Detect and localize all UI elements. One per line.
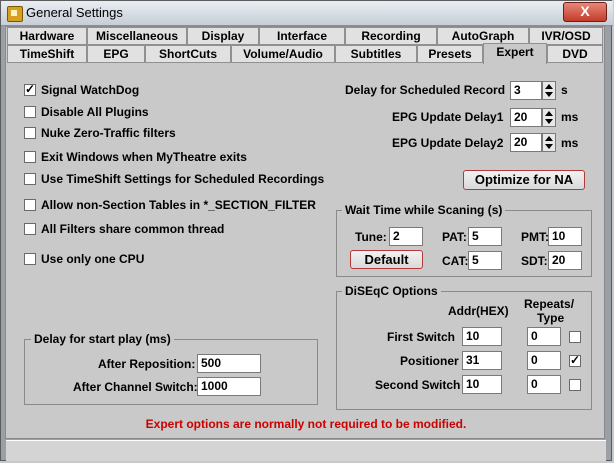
- second-switch-label: Second Switch: [375, 378, 461, 392]
- common-thread-label: All Filters share common thread: [41, 222, 225, 236]
- signal-watchdog-checkbox[interactable]: [24, 82, 36, 96]
- after-channel-switch-label: After Channel Switch:: [73, 380, 198, 394]
- tune-label: Tune:: [355, 230, 387, 244]
- tab-expert[interactable]: Expert: [483, 43, 547, 64]
- tab-hardware[interactable]: Hardware: [7, 27, 87, 45]
- positioner-repeats-input[interactable]: 0: [527, 351, 561, 370]
- positioner-type-checkbox[interactable]: [569, 353, 581, 367]
- epg-delay2-label: EPG Update Delay2: [392, 136, 504, 150]
- tab-epg[interactable]: EPG: [87, 45, 145, 63]
- addr-hex-header: Addr(HEX): [448, 304, 509, 318]
- epg-delay2-input[interactable]: 20: [510, 133, 542, 152]
- type-header: Type: [537, 311, 565, 325]
- first-switch-repeats-input[interactable]: 0: [527, 327, 561, 346]
- non-section-tables-checkbox[interactable]: [24, 199, 36, 211]
- tab-dvd[interactable]: DVD: [547, 45, 603, 63]
- exit-windows-checkbox[interactable]: [24, 151, 36, 163]
- spin-down-icon[interactable]: [545, 144, 553, 149]
- after-channel-switch-input[interactable]: 1000: [197, 377, 261, 396]
- disable-plugins-label: Disable All Plugins: [41, 105, 149, 119]
- close-button[interactable]: X: [563, 2, 607, 22]
- second-switch-repeats-input[interactable]: 0: [527, 375, 561, 394]
- spin-up-icon[interactable]: [545, 136, 553, 141]
- signal-watchdog-label: Signal WatchDog: [41, 83, 140, 97]
- epg-delay1-input[interactable]: 20: [510, 108, 542, 127]
- tab-shortcuts[interactable]: ShortCuts: [145, 45, 231, 63]
- sdt-input[interactable]: 20: [548, 251, 582, 270]
- repeats-header: Repeats/: [524, 297, 575, 311]
- tab-strip: Hardware Miscellaneous Display Interface…: [5, 26, 605, 66]
- spin-up-icon[interactable]: [545, 84, 553, 89]
- positioner-label: Positioner: [400, 354, 459, 368]
- cat-label: CAT:: [442, 254, 469, 268]
- epg-delay2-spinner[interactable]: [542, 133, 556, 152]
- tab-miscellaneous[interactable]: Miscellaneous: [87, 27, 187, 45]
- diseqc-title: DiSEqC Options: [342, 284, 441, 298]
- app-icon: [7, 6, 23, 22]
- scheduled-record-unit: s: [561, 83, 568, 97]
- positioner-addr-input[interactable]: 31: [462, 351, 502, 370]
- tab-display[interactable]: Display: [187, 27, 259, 45]
- exit-windows-label: Exit Windows when MyTheatre exits: [41, 150, 247, 164]
- tab-interface[interactable]: Interface: [259, 27, 345, 45]
- first-switch-addr-input[interactable]: 10: [462, 327, 502, 346]
- status-bar: [6, 440, 606, 461]
- epg-delay1-label: EPG Update Delay1: [392, 110, 504, 124]
- window-title: General Settings: [26, 5, 123, 20]
- second-switch-addr-input[interactable]: 10: [462, 375, 502, 394]
- expert-warning-text: Expert options are normally not required…: [145, 417, 467, 431]
- tab-presets[interactable]: Presets: [417, 45, 483, 63]
- tab-volume-audio[interactable]: Volume/Audio: [231, 45, 335, 63]
- pat-input[interactable]: 5: [468, 227, 502, 246]
- non-section-tables-label: Allow non-Section Tables in *_SECTION_FI…: [41, 198, 316, 212]
- one-cpu-checkbox[interactable]: [24, 253, 36, 265]
- tune-input[interactable]: 2: [389, 227, 423, 246]
- timeshift-settings-label: Use TimeShift Settings for Scheduled Rec…: [41, 172, 325, 186]
- epg-delay1-unit: ms: [561, 110, 579, 124]
- second-switch-type-checkbox[interactable]: [569, 379, 581, 391]
- nuke-zero-traffic-label: Nuke Zero-Traffic filters: [41, 126, 176, 140]
- cat-input[interactable]: 5: [468, 251, 502, 270]
- first-switch-label: First Switch: [387, 330, 456, 344]
- pat-label: PAT:: [442, 230, 467, 244]
- start-play-title: Delay for start play (ms): [31, 332, 174, 346]
- disable-plugins-checkbox[interactable]: [24, 106, 36, 118]
- sdt-label: SDT:: [521, 254, 548, 268]
- after-reposition-input[interactable]: 500: [197, 354, 261, 373]
- first-switch-type-checkbox[interactable]: [569, 331, 581, 343]
- epg-delay2-unit: ms: [561, 136, 579, 150]
- tab-subtitles[interactable]: Subtitles: [335, 45, 417, 63]
- pmt-label: PMT:: [521, 230, 549, 244]
- start-play-group: [24, 339, 318, 405]
- spin-up-icon[interactable]: [545, 111, 553, 116]
- tab-recording[interactable]: Recording: [345, 27, 437, 45]
- timeshift-settings-checkbox[interactable]: [24, 173, 36, 185]
- wait-time-title: Wait Time while Scaning (s): [342, 203, 506, 217]
- scheduled-record-spinner[interactable]: [542, 81, 556, 100]
- tab-timeshift[interactable]: TimeShift: [7, 45, 87, 63]
- common-thread-checkbox[interactable]: [24, 223, 36, 235]
- epg-delay1-spinner[interactable]: [542, 108, 556, 127]
- one-cpu-label: Use only one CPU: [41, 252, 145, 266]
- nuke-zero-traffic-checkbox[interactable]: [24, 127, 36, 139]
- optimize-na-button[interactable]: Optimize for NA: [463, 170, 585, 190]
- scheduled-record-delay-input[interactable]: 3: [510, 81, 542, 100]
- spin-down-icon[interactable]: [545, 119, 553, 124]
- default-button[interactable]: Default: [350, 250, 423, 269]
- after-reposition-label: After Reposition:: [98, 357, 196, 371]
- spin-down-icon[interactable]: [545, 92, 553, 97]
- scheduled-record-delay-label: Delay for Scheduled Record: [345, 83, 506, 97]
- title-bar[interactable]: General Settings X: [1, 1, 613, 26]
- pmt-input[interactable]: 10: [548, 227, 582, 246]
